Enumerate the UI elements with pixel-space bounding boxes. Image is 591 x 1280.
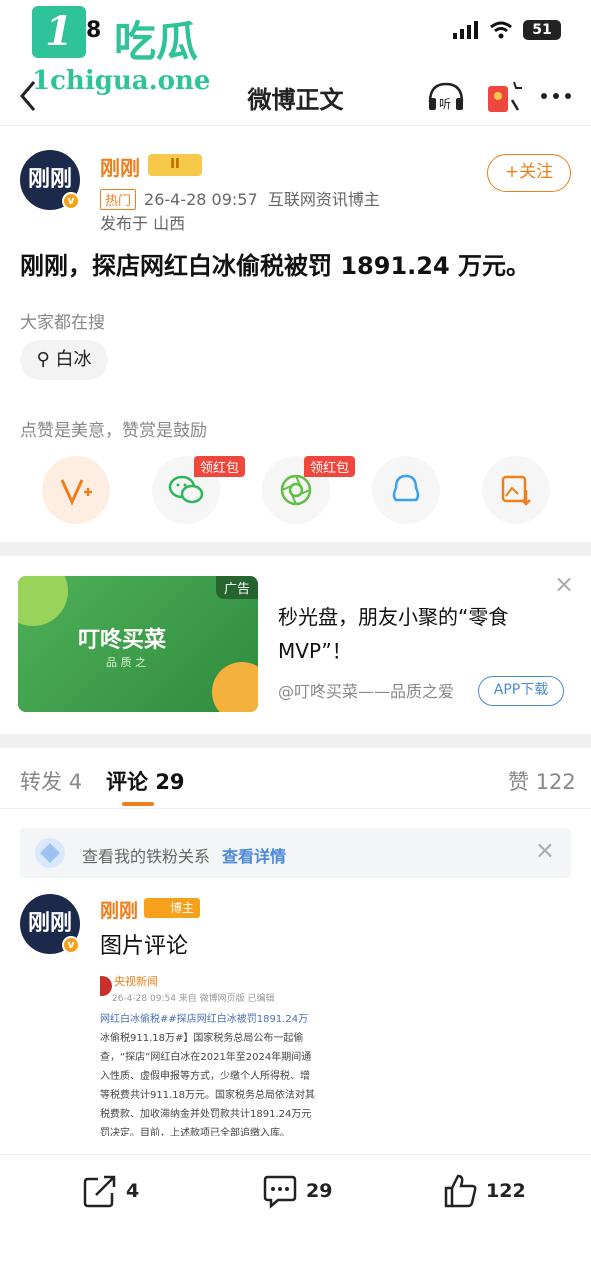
image-source: 央视新闻 xyxy=(114,975,158,988)
tab-underline xyxy=(122,802,154,806)
red-envelope-tag-2: 领红包 xyxy=(304,456,356,477)
tabs-divider xyxy=(0,808,591,809)
wechat-icon xyxy=(168,475,204,504)
verified-icon: v xyxy=(62,936,80,954)
verified-icon: v xyxy=(62,192,80,210)
svg-text:听: 听 xyxy=(439,97,451,111)
like-button[interactable]: 122 xyxy=(442,1173,526,1209)
red-envelope-tag-1: 领红包 xyxy=(194,456,246,477)
red-envelope-icon[interactable] xyxy=(484,78,524,114)
image-line: 税费款、加收滞纳金并处罚款共计1891.24万元 xyxy=(100,1109,312,1120)
comment-text: 图片评论 xyxy=(100,934,189,959)
repost-icon xyxy=(83,1175,116,1208)
tab-comment-count: 29 xyxy=(155,770,185,794)
fans-bar-link[interactable]: 查看详情 xyxy=(222,843,286,867)
repost-count: 4 xyxy=(126,1180,140,1202)
app-download-button[interactable]: APP下载 xyxy=(478,676,564,706)
qq-icon xyxy=(392,474,420,502)
post-location: 发布于 山西 xyxy=(100,214,186,233)
blogger-badge: 博主 xyxy=(144,898,201,918)
post-content: 刚刚，探店网红白冰偷税被罚 1891.24 万元。 xyxy=(20,252,531,280)
more-icon[interactable] xyxy=(536,78,576,114)
post-datetime: 26-4-28 09:57 xyxy=(144,190,258,209)
image-line: 冰偷税911.18万#】国家税务总局公布一起偷 xyxy=(100,1033,304,1044)
tab-comment-label: 评论 xyxy=(106,770,148,794)
status-time: 8 xyxy=(86,18,102,43)
moments-icon xyxy=(280,474,312,506)
ad-brand-sub: 品 质 之 xyxy=(106,656,146,669)
fans-bar-text: 查看我的铁粉关系 xyxy=(82,847,211,866)
nav-bar: 微博正文 听 xyxy=(0,64,591,126)
search-label: 大家都在搜 xyxy=(20,313,105,333)
repost-button[interactable]: 4 xyxy=(82,1173,139,1209)
ad-title[interactable]: 秒光盘，朋友小聚的“零食MVP”！ xyxy=(278,600,568,668)
author-desc: 互联网资讯博主 xyxy=(267,190,380,209)
source-avatar xyxy=(100,976,112,996)
image-line: 查，“探店”网红白冰在2021年至2024年期间通 xyxy=(100,1052,312,1063)
bottom-action-bar: 4 29 122 xyxy=(0,1154,591,1234)
battery-icon: 51 xyxy=(523,20,561,40)
ad-close-icon[interactable]: × xyxy=(554,570,574,598)
ad-source: @叮咚买菜——品质之爱 xyxy=(278,682,455,701)
tab-comment[interactable]: 评论 29 xyxy=(106,766,185,796)
follow-button[interactable]: +关注 xyxy=(487,154,571,192)
hot-tag: 热门 xyxy=(100,189,137,210)
level-badge: II xyxy=(148,154,202,176)
diamond-icon xyxy=(35,838,65,868)
tab-repost-label: 转发 xyxy=(20,770,62,794)
section-divider xyxy=(0,542,591,556)
wifi-icon xyxy=(490,21,512,39)
reward-button[interactable] xyxy=(42,456,110,524)
image-meta: 26-4-28 09:54 来自 微博网页版 已编辑 xyxy=(112,994,275,1004)
signal-icon xyxy=(453,21,478,39)
tab-repost-count: 4 xyxy=(68,770,83,794)
tab-like-label: 赞 xyxy=(508,770,529,794)
save-image-button[interactable] xyxy=(482,456,550,524)
image-body: 网红白冰偷税##探店网红白冰被罚1891.24万 冰偷税911.18万#】国家税… xyxy=(100,1010,332,1136)
image-line: 网红白冰偷税##探店网红白冰被罚1891.24万 xyxy=(100,1014,309,1025)
ad-brand: 叮咚买菜 xyxy=(78,628,167,653)
like-count: 122 xyxy=(486,1180,526,1202)
section-divider xyxy=(0,734,591,748)
image-line: 入性质、虚假申报等方式，少缴个人所得税、增 xyxy=(100,1071,310,1082)
comment-image[interactable]: 央视新闻 26-4-28 09:54 来自 微博网页版 已编辑 网红白冰偷税##… xyxy=(100,966,332,1136)
reward-label: 点赞是美意，赞赏是鼓励 xyxy=(20,421,207,441)
ad-tag: 广告 xyxy=(215,576,258,599)
search-chip[interactable]: ⚲ 白冰 xyxy=(20,340,108,380)
thumbs-up-icon xyxy=(444,1174,477,1208)
listen-icon[interactable]: 听 xyxy=(426,78,466,114)
search-icon: ⚲ xyxy=(36,349,50,370)
comment-author[interactable]: 刚刚 xyxy=(100,896,138,923)
tab-repost[interactable]: 转发 4 xyxy=(20,766,82,796)
image-line: 等税费共计911.18万元。国家税务总局依法对其 xyxy=(100,1090,315,1101)
fans-bar-close-icon[interactable]: × xyxy=(535,836,555,864)
fans-bar[interactable]: 查看我的铁粉关系 查看详情 × xyxy=(20,828,571,878)
reward-icon xyxy=(60,479,92,506)
tab-like[interactable]: 赞 122 xyxy=(508,766,576,796)
comment-button[interactable]: 29 xyxy=(262,1173,332,1209)
comment-icon xyxy=(263,1175,297,1209)
status-icons: 51 xyxy=(453,20,561,40)
save-image-icon xyxy=(501,475,531,506)
comment-count: 29 xyxy=(306,1180,333,1202)
status-bar: 8 51 xyxy=(0,0,591,64)
watermark-badge: 1 xyxy=(32,6,86,58)
post-meta: 热门 26-4-28 09:57 互联网资讯博主 xyxy=(100,186,380,210)
ad-image[interactable]: 叮咚买菜 品 质 之 广告 xyxy=(18,576,258,712)
tab-like-count: 122 xyxy=(535,770,576,794)
author-name[interactable]: 刚刚 xyxy=(100,152,140,181)
image-line: 罚决定。目前，上述款项已全部追缴入库。 xyxy=(100,1128,290,1136)
qq-share-button[interactable] xyxy=(372,456,440,524)
watermark-title: 吃瓜 xyxy=(114,17,199,66)
search-chip-label: 白冰 xyxy=(55,349,92,370)
